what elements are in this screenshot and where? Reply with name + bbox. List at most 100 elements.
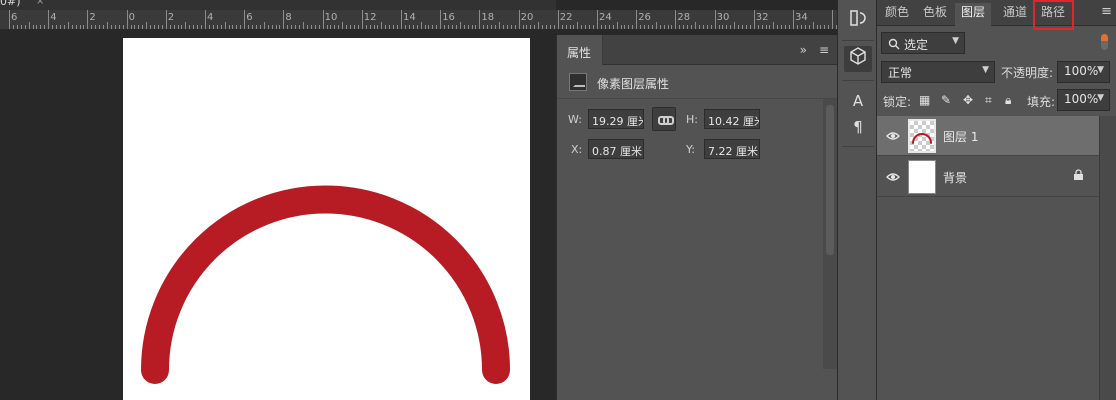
layer-name[interactable]: 背景 — [943, 169, 967, 186]
eye-visibility-icon[interactable] — [886, 170, 900, 184]
document-canvas[interactable] — [123, 38, 530, 400]
tab-layers[interactable]: 图层 — [955, 3, 992, 27]
ruler-tick — [495, 25, 497, 29]
width-label: W: — [568, 113, 582, 126]
x-field[interactable]: 0.87 厘米 — [588, 139, 644, 159]
blend-mode-select[interactable]: 正常 ▼ — [881, 61, 995, 83]
ruler-tick — [549, 25, 551, 29]
ruler-tick — [702, 25, 704, 29]
close-icon[interactable]: × — [36, 0, 44, 8]
fill-value: 100% — [1064, 92, 1099, 106]
tab-color[interactable]: 颜色 — [885, 3, 909, 23]
layer-row-layer1[interactable]: 图层 1 — [877, 116, 1099, 156]
paragraph-icon[interactable]: ¶ — [844, 114, 872, 140]
ruler-tick — [742, 25, 744, 29]
properties-scrollbar[interactable] — [823, 99, 837, 369]
ruler-tick — [444, 25, 446, 29]
chevron-down-icon: ▼ — [1097, 65, 1104, 75]
ruler-tick — [569, 25, 571, 29]
lock-all-icon[interactable]: 🔒︎ — [1005, 93, 1011, 108]
ruler-tick — [510, 25, 512, 29]
ruler-tick — [318, 25, 320, 29]
red-arc-shape — [141, 185, 510, 384]
width-field[interactable]: 19.29 厘米 — [588, 109, 644, 129]
ruler-tick — [589, 25, 591, 29]
ruler-tick — [110, 25, 112, 29]
ruler-tick — [730, 25, 732, 29]
x-label: X: — [571, 143, 583, 156]
artboard-icon[interactable]: ⌗ — [985, 93, 992, 108]
panel-menu-icon[interactable]: ≡ — [819, 43, 829, 57]
tab-channels[interactable]: 通道 — [1003, 3, 1027, 23]
ruler-tick — [506, 25, 508, 29]
canvas-area[interactable] — [0, 31, 556, 400]
panel-icon-strip: A ¶ — [837, 0, 877, 400]
ruler-tick — [126, 10, 128, 29]
3d-cube-icon[interactable] — [844, 46, 872, 72]
ruler-tick — [573, 25, 575, 29]
collapse-panel-icon[interactable]: » — [800, 43, 807, 57]
tab-properties[interactable]: 属性 — [557, 35, 603, 65]
character-type-icon[interactable]: A — [844, 88, 872, 114]
ruler-tick — [534, 25, 536, 29]
eye-visibility-icon[interactable] — [886, 129, 900, 143]
layer-row-background[interactable]: 背景 — [877, 157, 1099, 197]
ruler-tick — [185, 22, 187, 29]
link-dimensions-icon[interactable] — [652, 107, 676, 131]
layer-thumbnail[interactable] — [908, 119, 936, 153]
ruler-label: 2 — [89, 12, 96, 23]
tab-swatches[interactable]: 色板 — [923, 3, 947, 23]
layer-thumbnail[interactable] — [908, 160, 936, 194]
ruler-tick — [616, 22, 618, 29]
properties-panel: 属性 » ≡ 像素图层属性 W: 19.29 厘米 H: 10.42 厘米 X:… — [556, 35, 837, 400]
ruler-tick — [134, 25, 136, 29]
ruler-label: 30 — [716, 12, 730, 23]
horizontal-ruler[interactable]: 6 4 2 0 2 4 6 8 10 12 14 16 18 20 22 24 26 28 30 32 34 — [0, 10, 837, 30]
y-field[interactable]: 7.22 厘米 — [704, 139, 760, 159]
ruler-label: 8 — [285, 12, 292, 23]
ruler-tick — [761, 25, 763, 29]
layers-tab-bar: 颜色 色板 图层 通道 路径 ≡ — [877, 0, 1116, 27]
ruler-tick — [608, 25, 610, 29]
ruler-tick — [718, 25, 720, 29]
ruler-tick — [306, 25, 308, 29]
history-icon[interactable] — [844, 8, 872, 34]
ruler-tick — [753, 10, 755, 29]
lock-transparent-icon[interactable]: ▦ — [919, 93, 930, 107]
layer-name[interactable]: 图层 1 — [943, 128, 978, 145]
opacity-field[interactable]: 100% ▼ — [1057, 61, 1110, 83]
layer-list: 图层 1 背景 — [877, 116, 1116, 400]
ruler-tick — [628, 25, 630, 29]
document-tab-title: 0#) — [0, 0, 21, 8]
ruler-tick — [205, 10, 206, 29]
document-tab[interactable]: 0#) × — [0, 0, 556, 10]
filter-toggle-switch[interactable] — [1101, 34, 1108, 50]
ruler-tick — [279, 25, 281, 29]
lock-position-move-icon[interactable]: ✥ — [963, 93, 973, 107]
fill-field[interactable]: 100% ▼ — [1057, 89, 1110, 111]
layer-filter-select[interactable]: 选定 ▼ — [881, 32, 965, 54]
ruler-tick — [267, 25, 269, 29]
ruler-tick — [353, 25, 355, 29]
ruler-tick — [816, 25, 818, 29]
ruler-tick — [773, 22, 775, 29]
ruler-tick — [393, 25, 395, 29]
layers-scrollbar[interactable] — [1099, 116, 1116, 400]
lock-image-brush-icon[interactable]: ✎ — [941, 93, 951, 107]
height-field[interactable]: 10.42 厘米 — [704, 109, 760, 129]
ruler-tick — [577, 22, 579, 29]
y-label: Y: — [686, 143, 695, 156]
ruler-tick — [455, 25, 457, 29]
ruler-label: 4 — [50, 12, 57, 23]
ruler-tick — [193, 25, 195, 29]
ruler-tick — [338, 25, 340, 29]
ruler-tick — [248, 25, 250, 29]
ruler-tick — [252, 25, 254, 29]
layers-menu-icon[interactable]: ≡ — [1101, 4, 1112, 19]
ruler-tick — [745, 25, 747, 29]
ruler-tick — [118, 25, 120, 29]
ruler-tick — [71, 25, 73, 29]
ruler-tick — [357, 25, 359, 29]
ruler-tick — [44, 25, 46, 29]
ruler-tick — [722, 25, 724, 29]
